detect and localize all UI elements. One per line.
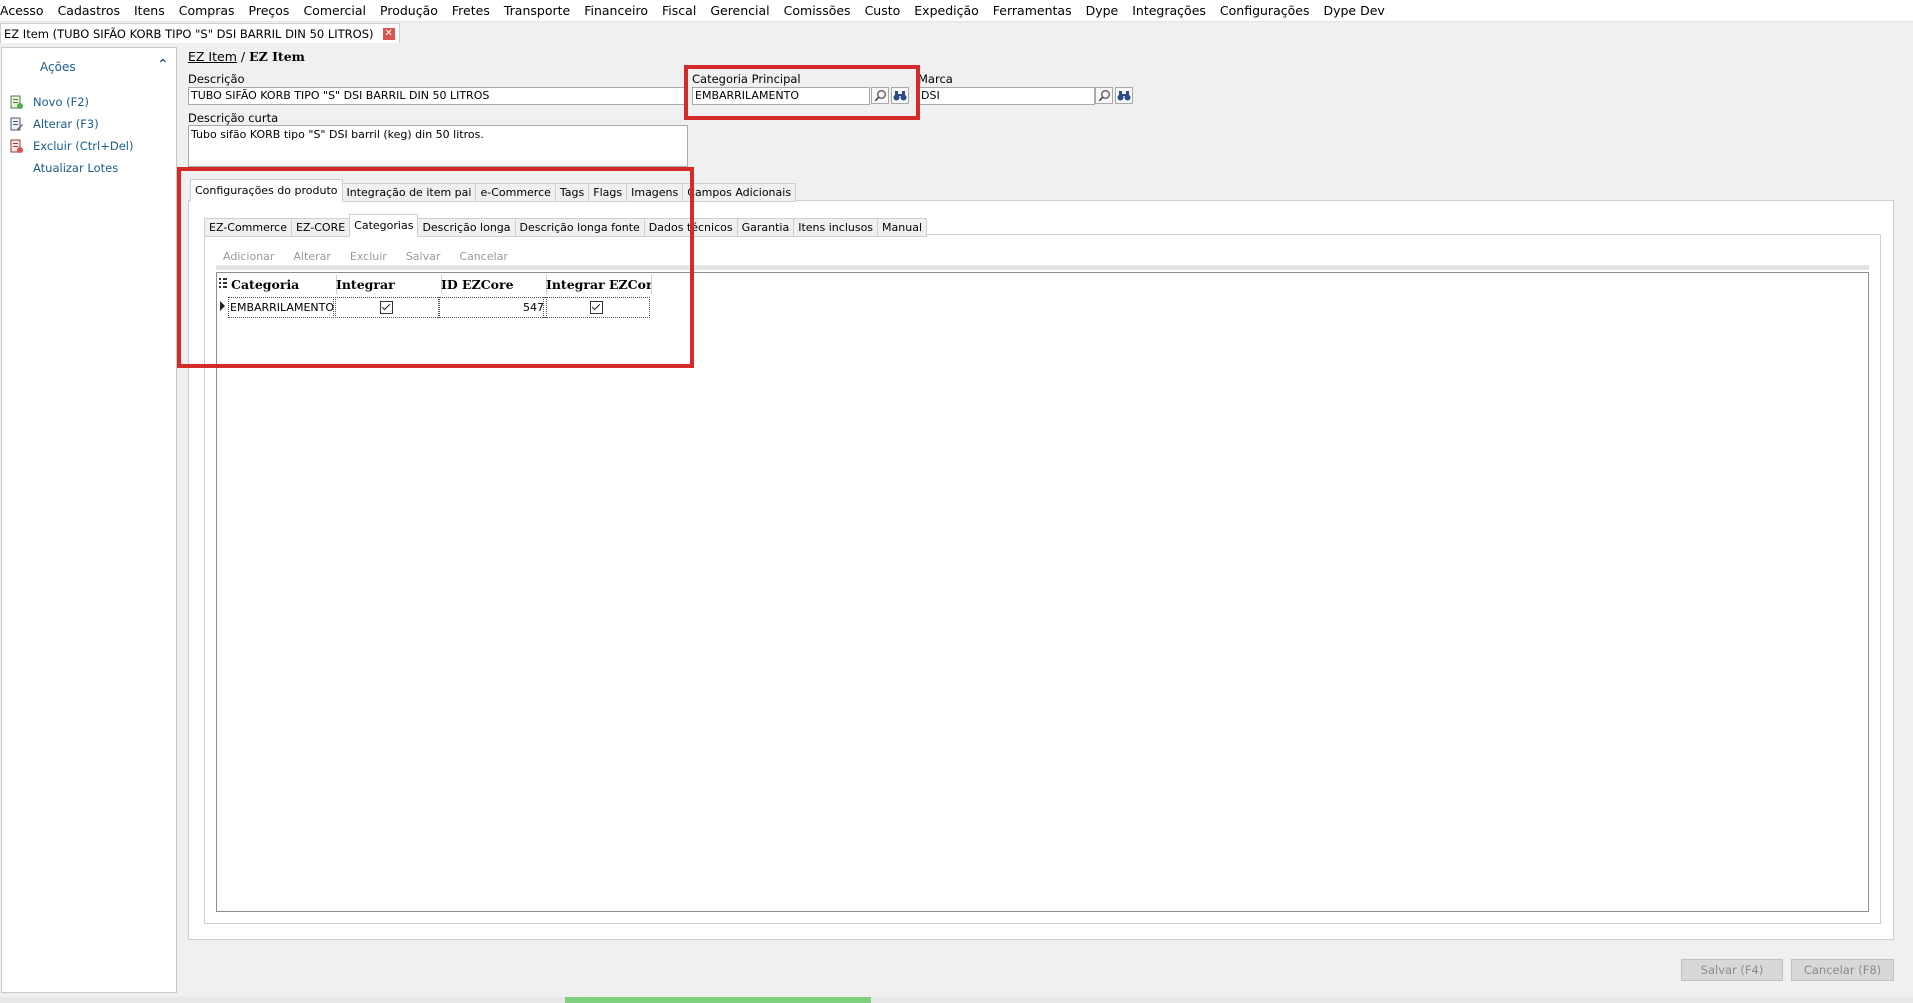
breadcrumb-parent-link[interactable]: EZ Item (188, 49, 237, 64)
menu-dype-dev[interactable]: Dype Dev (1316, 0, 1391, 21)
document-tab[interactable]: EZ Item (TUBO SIFÃO KORB TIPO "S" DSI BA… (0, 23, 400, 43)
action-excluir[interactable]: Excluir (Ctrl+Del) (9, 137, 133, 155)
save-button[interactable]: Salvar (F4) (1681, 959, 1783, 981)
action-alterar-label: Alterar (F3) (33, 117, 99, 131)
menu-fiscal[interactable]: Fiscal (655, 0, 703, 21)
actions-header-label: Ações (40, 60, 76, 74)
action-excluir-label: Excluir (Ctrl+Del) (33, 139, 134, 153)
menu-transporte[interactable]: Transporte (497, 0, 577, 21)
cancel-button[interactable]: Cancelar (F8) (1791, 959, 1894, 981)
menu-expedicao[interactable]: Expedição (907, 0, 986, 21)
menu-compras[interactable]: Compras (172, 0, 242, 21)
menu-dype[interactable]: Dype (1079, 0, 1126, 21)
menu-comercial[interactable]: Comercial (296, 0, 373, 21)
action-alterar[interactable]: Alterar (F3) (9, 115, 99, 133)
marca-label: Marca (918, 72, 953, 86)
tab-campos-adicionais[interactable]: Campos Adicionais (682, 183, 797, 202)
menu-ferramentas[interactable]: Ferramentas (986, 0, 1079, 21)
breadcrumb-current: EZ Item (249, 49, 305, 64)
menu-bar: Acesso Cadastros Itens Compras Preços Co… (0, 0, 1913, 22)
search-icon[interactable] (1095, 87, 1113, 104)
highlight-categorias-area (177, 167, 694, 368)
tab-manual[interactable]: Manual (877, 218, 928, 237)
descricao-curta-field[interactable]: Tubo sifão KORB tipo "S" DSI barril (keg… (188, 125, 688, 167)
menu-precos[interactable]: Preços (242, 0, 297, 21)
actions-sidebar: Ações ⌃ Novo (F2) Alterar (F3) Excluir (… (1, 47, 177, 993)
tab-garantia[interactable]: Garantia (736, 218, 795, 237)
close-icon[interactable]: ✕ (382, 27, 395, 40)
highlight-categoria-principal (684, 65, 920, 120)
menu-comissoes[interactable]: Comissões (777, 0, 858, 21)
menu-integracoes[interactable]: Integrações (1125, 0, 1213, 21)
breadcrumb-separator: / (240, 49, 246, 64)
delete-document-icon (9, 139, 23, 153)
menu-fretes[interactable]: Fretes (445, 0, 497, 21)
menu-cadastros[interactable]: Cadastros (51, 0, 127, 21)
menu-producao[interactable]: Produção (373, 0, 445, 21)
menu-gerencial[interactable]: Gerencial (703, 0, 776, 21)
menu-acesso[interactable]: Acesso (0, 0, 51, 21)
action-atualizar-lotes-label: Atualizar Lotes (33, 161, 119, 175)
action-atualizar-lotes[interactable]: Atualizar Lotes (9, 159, 118, 177)
action-novo[interactable]: Novo (F2) (9, 93, 89, 111)
edit-document-icon (9, 117, 23, 131)
document-tab-title: EZ Item (TUBO SIFÃO KORB TIPO "S" DSI BA… (4, 26, 374, 41)
status-progress-segment (565, 997, 871, 1003)
actions-header[interactable]: Ações ⌃ (2, 57, 176, 78)
action-novo-label: Novo (F2) (33, 95, 90, 109)
breadcrumb: EZ Item / EZ Item (188, 49, 305, 64)
descricao-curta-label: Descrição curta (188, 111, 279, 125)
menu-configuracoes[interactable]: Configurações (1213, 0, 1317, 21)
marca-field[interactable]: DSI (918, 87, 1095, 105)
new-document-icon (9, 95, 23, 109)
chevron-up-icon[interactable]: ⌃ (157, 57, 169, 73)
binoculars-icon[interactable] (1115, 87, 1133, 104)
status-bar (0, 997, 1913, 1003)
menu-itens[interactable]: Itens (127, 0, 172, 21)
descricao-field[interactable]: TUBO SIFÃO KORB TIPO "S" DSI BARRIL DIN … (188, 87, 688, 105)
categorias-grid[interactable]: Categoria Integrar ID EZCore Integrar EZ… (216, 272, 1869, 912)
menu-custo[interactable]: Custo (858, 0, 908, 21)
descricao-label: Descrição (188, 72, 245, 86)
tab-itens-inclusos[interactable]: Itens inclusos (793, 218, 879, 237)
menu-financeiro[interactable]: Financeiro (577, 0, 655, 21)
